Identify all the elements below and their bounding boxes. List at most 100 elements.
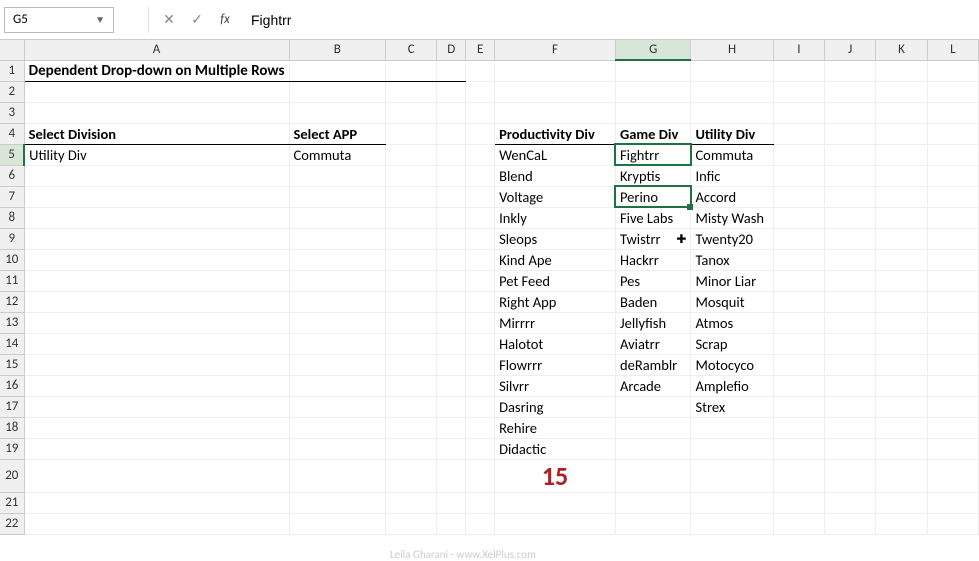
- cell-B8[interactable]: [289, 207, 386, 228]
- cell-E1[interactable]: [466, 60, 495, 81]
- cell-A20[interactable]: [24, 459, 289, 492]
- cell-D8[interactable]: [437, 207, 466, 228]
- cell-J21[interactable]: [825, 492, 876, 513]
- cell-L18[interactable]: [927, 417, 978, 438]
- cell-D22[interactable]: [437, 513, 466, 534]
- cell-G11[interactable]: Pes: [615, 270, 690, 291]
- cell-D18[interactable]: [437, 417, 466, 438]
- row-header-17[interactable]: 17: [0, 396, 24, 417]
- cell-K3[interactable]: [876, 102, 927, 123]
- cell-H12[interactable]: Mosquit: [691, 291, 773, 312]
- row-header-3[interactable]: 3: [0, 102, 24, 123]
- cell-L13[interactable]: [927, 312, 978, 333]
- row-header-4[interactable]: 4: [0, 123, 24, 144]
- cell-E13[interactable]: [466, 312, 495, 333]
- cell-F11[interactable]: Pet Feed: [495, 270, 616, 291]
- col-header-B[interactable]: B: [289, 40, 386, 60]
- cell-K8[interactable]: [876, 207, 927, 228]
- row-header-19[interactable]: 19: [0, 438, 24, 459]
- cell-L2[interactable]: [927, 81, 978, 102]
- cell-L19[interactable]: [927, 438, 978, 459]
- cell-F14[interactable]: Halotot: [495, 333, 616, 354]
- cell-H17[interactable]: Strex: [691, 396, 773, 417]
- cell-H11[interactable]: Minor Liar: [691, 270, 773, 291]
- cell-C3[interactable]: [386, 102, 437, 123]
- cell-I8[interactable]: [773, 207, 824, 228]
- cell-A5[interactable]: Utility Div: [24, 144, 289, 165]
- cell-J9[interactable]: [825, 228, 876, 249]
- cell-L11[interactable]: [927, 270, 978, 291]
- cell-B14[interactable]: [289, 333, 386, 354]
- fx-icon[interactable]: fx: [213, 7, 237, 33]
- cell-E12[interactable]: [466, 291, 495, 312]
- cell-A4[interactable]: Select Division: [24, 123, 289, 144]
- cell-J1[interactable]: [825, 60, 876, 81]
- cell-E11[interactable]: [466, 270, 495, 291]
- cell-J10[interactable]: [825, 249, 876, 270]
- cell-A16[interactable]: [24, 375, 289, 396]
- cell-C12[interactable]: [386, 291, 437, 312]
- cell-K10[interactable]: [876, 249, 927, 270]
- cell-I22[interactable]: [773, 513, 824, 534]
- cell-K12[interactable]: [876, 291, 927, 312]
- cell-F5[interactable]: WenCaL: [495, 144, 616, 165]
- cell-A13[interactable]: [24, 312, 289, 333]
- cell-G17[interactable]: [615, 396, 690, 417]
- col-header-F[interactable]: F: [495, 40, 616, 60]
- cell-C21[interactable]: [386, 492, 437, 513]
- cell-D3[interactable]: [437, 102, 466, 123]
- cancel-icon[interactable]: ✕: [157, 7, 181, 33]
- cell-F9[interactable]: Sleops: [495, 228, 616, 249]
- cell-E14[interactable]: [466, 333, 495, 354]
- cell-K4[interactable]: [876, 123, 927, 144]
- spreadsheet-grid[interactable]: ABCDEFGHIJKL1Dependent Drop-down on Mult…: [0, 40, 979, 535]
- cell-C2[interactable]: [386, 81, 437, 102]
- cell-G5[interactable]: Fightrr: [615, 144, 690, 165]
- cell-K5[interactable]: [876, 144, 927, 165]
- cell-E15[interactable]: [466, 354, 495, 375]
- row-header-11[interactable]: 11: [0, 270, 24, 291]
- cell-A22[interactable]: [24, 513, 289, 534]
- cell-A15[interactable]: [24, 354, 289, 375]
- cell-E2[interactable]: [466, 81, 495, 102]
- cell-I12[interactable]: [773, 291, 824, 312]
- cell-D20[interactable]: [437, 459, 466, 492]
- cell-G16[interactable]: Arcade: [615, 375, 690, 396]
- cell-I3[interactable]: [773, 102, 824, 123]
- cell-D6[interactable]: [437, 165, 466, 186]
- cell-H20[interactable]: [691, 459, 773, 492]
- col-header-H[interactable]: H: [691, 40, 773, 60]
- cell-K21[interactable]: [876, 492, 927, 513]
- cell-B6[interactable]: [289, 165, 386, 186]
- cell-B9[interactable]: [289, 228, 386, 249]
- cell-A14[interactable]: [24, 333, 289, 354]
- col-header-I[interactable]: I: [773, 40, 824, 60]
- name-box[interactable]: G5 ▼: [4, 7, 114, 33]
- cell-E8[interactable]: [466, 207, 495, 228]
- cell-H18[interactable]: [691, 417, 773, 438]
- cell-L21[interactable]: [927, 492, 978, 513]
- cell-A12[interactable]: [24, 291, 289, 312]
- cell-J19[interactable]: [825, 438, 876, 459]
- cell-I2[interactable]: [773, 81, 824, 102]
- cell-H8[interactable]: Misty Wash: [691, 207, 773, 228]
- cell-J22[interactable]: [825, 513, 876, 534]
- cell-C18[interactable]: [386, 417, 437, 438]
- row-header-9[interactable]: 9: [0, 228, 24, 249]
- cell-K7[interactable]: [876, 186, 927, 207]
- formula-input[interactable]: [241, 7, 975, 33]
- cell-J8[interactable]: [825, 207, 876, 228]
- cell-I11[interactable]: [773, 270, 824, 291]
- col-header-G[interactable]: G: [615, 40, 690, 60]
- cell-F16[interactable]: Silvrr: [495, 375, 616, 396]
- cell-C19[interactable]: [386, 438, 437, 459]
- cell-L20[interactable]: [927, 459, 978, 492]
- cell-G7[interactable]: Perino: [615, 186, 690, 207]
- cell-J4[interactable]: [825, 123, 876, 144]
- cell-G6[interactable]: Kryptis: [615, 165, 690, 186]
- cell-C22[interactable]: [386, 513, 437, 534]
- cell-A1[interactable]: Dependent Drop-down on Multiple Rows: [24, 60, 289, 81]
- cell-C16[interactable]: [386, 375, 437, 396]
- cell-K14[interactable]: [876, 333, 927, 354]
- cell-K15[interactable]: [876, 354, 927, 375]
